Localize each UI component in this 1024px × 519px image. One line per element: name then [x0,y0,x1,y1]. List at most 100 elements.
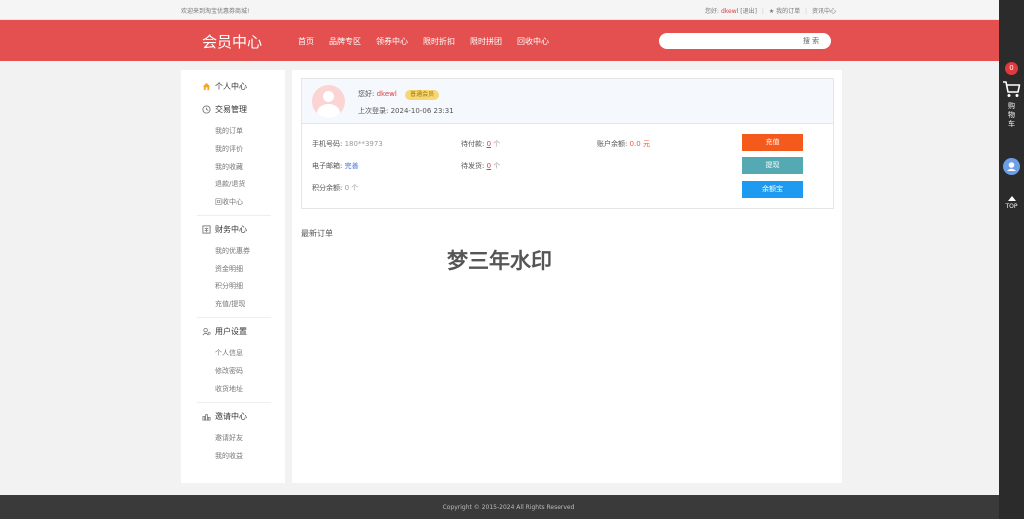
email-row: 电子邮箱: 完善 [312,161,359,171]
divider: | [761,8,764,15]
avatar-head-shape [323,91,334,102]
phone-label: 手机号码: [312,140,343,148]
nav-recycle[interactable]: 回收中心 [517,36,549,47]
nav-brands[interactable]: 品牌专区 [329,36,361,47]
yuebao-button[interactable]: 余额宝 [742,181,803,198]
logout-link[interactable]: [退出] [740,8,757,15]
nav-coupons[interactable]: 领券中心 [376,36,408,47]
copyright-text: Copyright © 2015-2024 All Rights Reserve… [442,504,575,511]
top-label: TOP [1005,203,1018,210]
sidebar-section-personal[interactable]: 个人中心 [202,81,247,92]
main-nav: 首页 品牌专区 领券中心 限时折扣 限时拼团 回收中心 [298,36,564,47]
nav-group-buy[interactable]: 限时拼团 [470,36,502,47]
points-label: 积分余额: [312,184,343,192]
pending-payment-label: 待付款: [461,140,485,148]
balance-value: 0.0 元 [629,140,650,148]
sidebar-section-trade: 交易管理 [202,104,247,115]
invite-icon [202,412,211,421]
top-bar: 欢迎来到淘宝优惠券商城! 您好: dkewl [退出] | ★ 我的订单 | 资… [0,0,999,20]
divider [197,215,271,216]
clock-icon [202,105,211,114]
avatar-body-shape [317,104,340,118]
balance-row: 账户余额: 0.0 元 [597,139,650,149]
sidebar-item-my-orders[interactable]: 我的订单 [215,126,243,136]
right-toolbar: 0 购物车 TOP [999,0,1024,519]
user-settings-icon [202,327,211,336]
sidebar-item-my-earnings[interactable]: 我的收益 [215,451,243,461]
site-logo[interactable]: 会员中心 [202,31,262,52]
watermark-text: 梦三年水印 [447,249,552,273]
header: 会员中心 首页 品牌专区 领券中心 限时折扣 限时拼团 回收中心 搜 索 [0,20,999,61]
pending-payment-row: 待付款: 0 个 [461,139,500,149]
sidebar-item-my-reviews[interactable]: 我的评价 [215,144,243,154]
sidebar-section-title: 用户设置 [215,327,247,336]
email-label: 电子邮箱: [312,162,343,170]
member-level-badge: 普通会员 [405,90,440,100]
welcome-text: 欢迎来到淘宝优惠券商城! [181,8,250,15]
sidebar-section-title: 交易管理 [215,105,247,114]
sidebar-item-recharge-withdraw[interactable]: 充值/提现 [215,299,245,309]
sidebar-section-title: 财务中心 [215,225,247,234]
last-login-value: 2024-10-06 23:31 [390,107,454,115]
sidebar-section-title: 个人中心 [215,82,247,91]
points-row: 积分余额: 0 个 [312,183,358,193]
footer: Copyright © 2015-2024 All Rights Reserve… [0,495,999,519]
sidebar-item-fund-details[interactable]: 资金明细 [215,264,243,274]
nav-flash-discount[interactable]: 限时折扣 [423,36,455,47]
news-center-link[interactable]: 资讯中心 [812,8,836,15]
account-info-box: 您好: dkewl 普通会员 上次登录: 2024-10-06 23:31 手机… [301,78,834,209]
phone-row: 手机号码: 180**3973 [312,139,383,149]
divider [197,402,271,403]
wallet-icon [202,225,211,234]
sidebar-item-address[interactable]: 收货地址 [215,384,243,394]
cart-count-badge: 0 [1005,62,1018,75]
avatar[interactable] [312,85,345,118]
sidebar-item-change-password[interactable]: 修改密码 [215,366,243,376]
divider [197,317,271,318]
latest-orders-title: 最新订单 [301,229,333,238]
pending-shipment-unit: 个 [493,162,501,170]
sidebar-item-invite-friends[interactable]: 邀请好友 [215,433,243,443]
phone-value: 180**3973 [344,140,383,148]
pending-shipment-row: 待发货: 0 个 [461,161,500,171]
cart-icon[interactable] [1002,80,1021,98]
last-login-label: 上次登录: [358,107,389,115]
greeting-label: 您好: [358,90,375,98]
sidebar: 个人中心 交易管理 我的订单 我的评价 我的收藏 退款/退货 回收中心 财务中心… [181,70,285,483]
user-icon[interactable] [1003,158,1020,175]
greeting-label: 您好: [705,8,720,15]
sidebar-item-refunds[interactable]: 退款/退货 [215,179,245,189]
pending-shipment-count[interactable]: 0 [487,162,491,170]
sidebar-section-user-settings: 用户设置 [202,326,247,337]
sidebar-item-points-details[interactable]: 积分明细 [215,281,243,291]
sidebar-section-invite: 邀请中心 [202,411,247,422]
points-value: 0 个 [344,184,359,192]
search-input[interactable]: 搜 索 [659,33,831,49]
main-content: 您好: dkewl 普通会员 上次登录: 2024-10-06 23:31 手机… [292,70,842,483]
profile-header: 您好: dkewl 普通会员 上次登录: 2024-10-06 23:31 [302,79,833,124]
profile-username: dkewl [376,90,397,98]
nav-home[interactable]: 首页 [298,36,314,47]
pending-payment-count[interactable]: 0 [487,140,491,148]
pending-payment-unit: 个 [493,140,501,148]
recharge-button[interactable]: 充值 [742,134,803,151]
top-username-link[interactable]: dkewl [721,8,738,15]
withdraw-button[interactable]: 提现 [742,157,803,174]
sidebar-item-personal-info[interactable]: 个人信息 [215,348,243,358]
sidebar-item-coupons[interactable]: 我的优惠券 [215,246,250,256]
complete-email-link[interactable]: 完善 [345,162,359,170]
chevron-up-icon [1007,196,1016,201]
my-orders-link[interactable]: ★ 我的订单 [769,8,800,15]
sidebar-item-favorites[interactable]: 我的收藏 [215,162,243,172]
sidebar-item-recycle[interactable]: 回收中心 [215,197,243,207]
search-button[interactable]: 搜 索 [795,35,827,47]
sidebar-section-title: 邀请中心 [215,412,247,421]
cart-label[interactable]: 购物车 [1006,102,1017,129]
home-icon [202,82,211,91]
last-login: 上次登录: 2024-10-06 23:31 [358,106,454,116]
divider: | [805,8,808,15]
back-to-top-button[interactable]: TOP [1002,196,1021,210]
sidebar-section-finance: 财务中心 [202,224,247,235]
top-user-links: 您好: dkewl [退出] | ★ 我的订单 | 资讯中心 [705,6,836,15]
balance-label: 账户余额: [597,140,628,148]
